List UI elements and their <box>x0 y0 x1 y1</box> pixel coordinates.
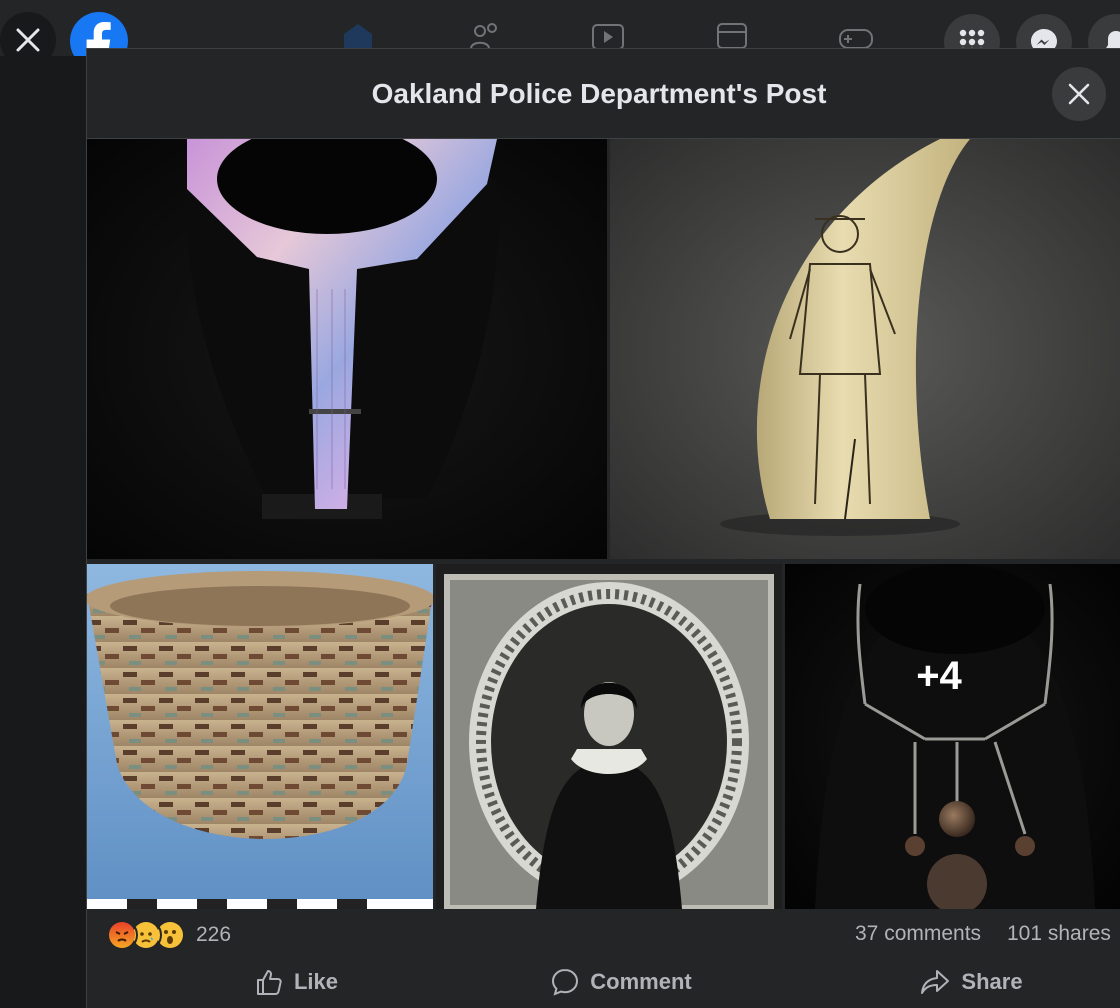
dialog-close-button[interactable] <box>1052 67 1106 121</box>
post-dialog: Oakland Police Department's Post +4 <box>86 48 1120 1008</box>
post-photo-necklace[interactable]: +4 <box>785 564 1120 909</box>
post-photo-portrait[interactable] <box>436 564 782 909</box>
like-label: Like <box>293 969 339 994</box>
page-background <box>0 56 86 1007</box>
more-photos-count: +4 <box>916 654 962 698</box>
post-photo-scrimshaw[interactable] <box>610 139 1120 559</box>
shares-count-link[interactable]: 101 shares <box>1007 922 1111 946</box>
reactions-summary[interactable]: 226 <box>106 918 231 952</box>
home-icon[interactable] <box>340 22 376 50</box>
gaming-icon[interactable] <box>838 22 874 50</box>
post-actions: Like Comment Share <box>86 958 1120 1007</box>
close-icon <box>1068 83 1090 105</box>
share-button[interactable]: Share <box>876 962 1066 1002</box>
more-photos-overlay[interactable]: +4 <box>785 564 1120 909</box>
share-arrow-icon <box>921 970 950 994</box>
post-stats: 226 37 comments 101 shares <box>86 910 1120 960</box>
basket-image <box>87 564 433 909</box>
comments-count-link[interactable]: 37 comments <box>855 922 981 946</box>
video-icon[interactable] <box>590 22 626 50</box>
dialog-header: Oakland Police Department's Post <box>87 49 1120 139</box>
collar-image <box>87 139 607 559</box>
scrimshaw-image <box>610 139 1120 559</box>
share-label: Share <box>961 969 1023 994</box>
thumbs-up-icon <box>256 970 282 995</box>
like-button[interactable]: Like <box>196 962 396 1002</box>
reaction-count: 226 <box>196 923 232 946</box>
close-icon <box>16 28 40 52</box>
comment-button[interactable]: Comment <box>516 962 726 1002</box>
dialog-title: Oakland Police Department's Post <box>371 77 827 109</box>
post-photo-collar[interactable] <box>87 139 607 559</box>
comment-label: Comment <box>590 969 692 994</box>
portrait-image <box>436 564 782 909</box>
comment-icon <box>552 968 579 996</box>
angry-emoji-icon <box>106 919 138 951</box>
marketplace-icon[interactable] <box>714 22 750 50</box>
friends-icon[interactable] <box>468 22 504 50</box>
post-photo-basket[interactable] <box>87 564 433 909</box>
